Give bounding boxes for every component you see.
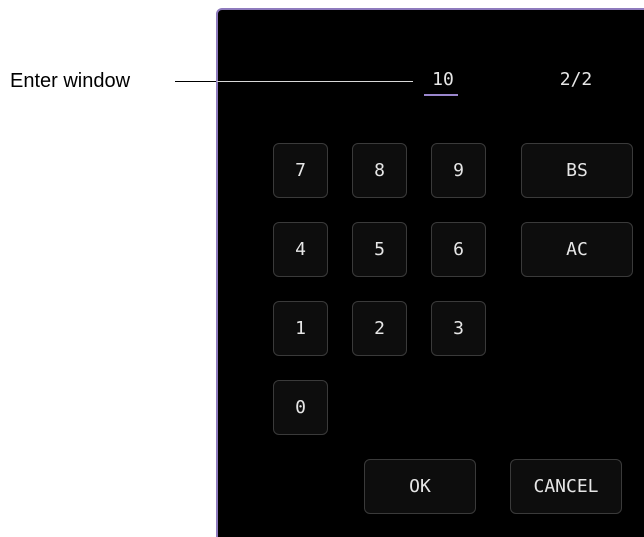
key-0[interactable]: 0 [273,380,328,435]
callout-leader-line-inner [217,81,413,82]
entry-window[interactable]: 10 [427,68,459,92]
cancel-button[interactable]: CANCEL [510,459,622,514]
ok-button[interactable]: OK [364,459,476,514]
key-6[interactable]: 6 [431,222,486,277]
key-3[interactable]: 3 [431,301,486,356]
all-clear-button[interactable]: AC [521,222,633,277]
callout-label: Enter window [10,70,131,92]
key-1[interactable]: 1 [273,301,328,356]
entry-cursor-underline [424,94,458,96]
backspace-button[interactable]: BS [521,143,633,198]
key-7[interactable]: 7 [273,143,328,198]
key-2[interactable]: 2 [352,301,407,356]
key-9[interactable]: 9 [431,143,486,198]
key-4[interactable]: 4 [273,222,328,277]
entry-counter: 2/2 [559,69,593,90]
screenshot-stage: Enter window 10 2/2 7 8 9 BS 4 5 6 AC 1 … [0,0,644,537]
key-5[interactable]: 5 [352,222,407,277]
key-8[interactable]: 8 [352,143,407,198]
